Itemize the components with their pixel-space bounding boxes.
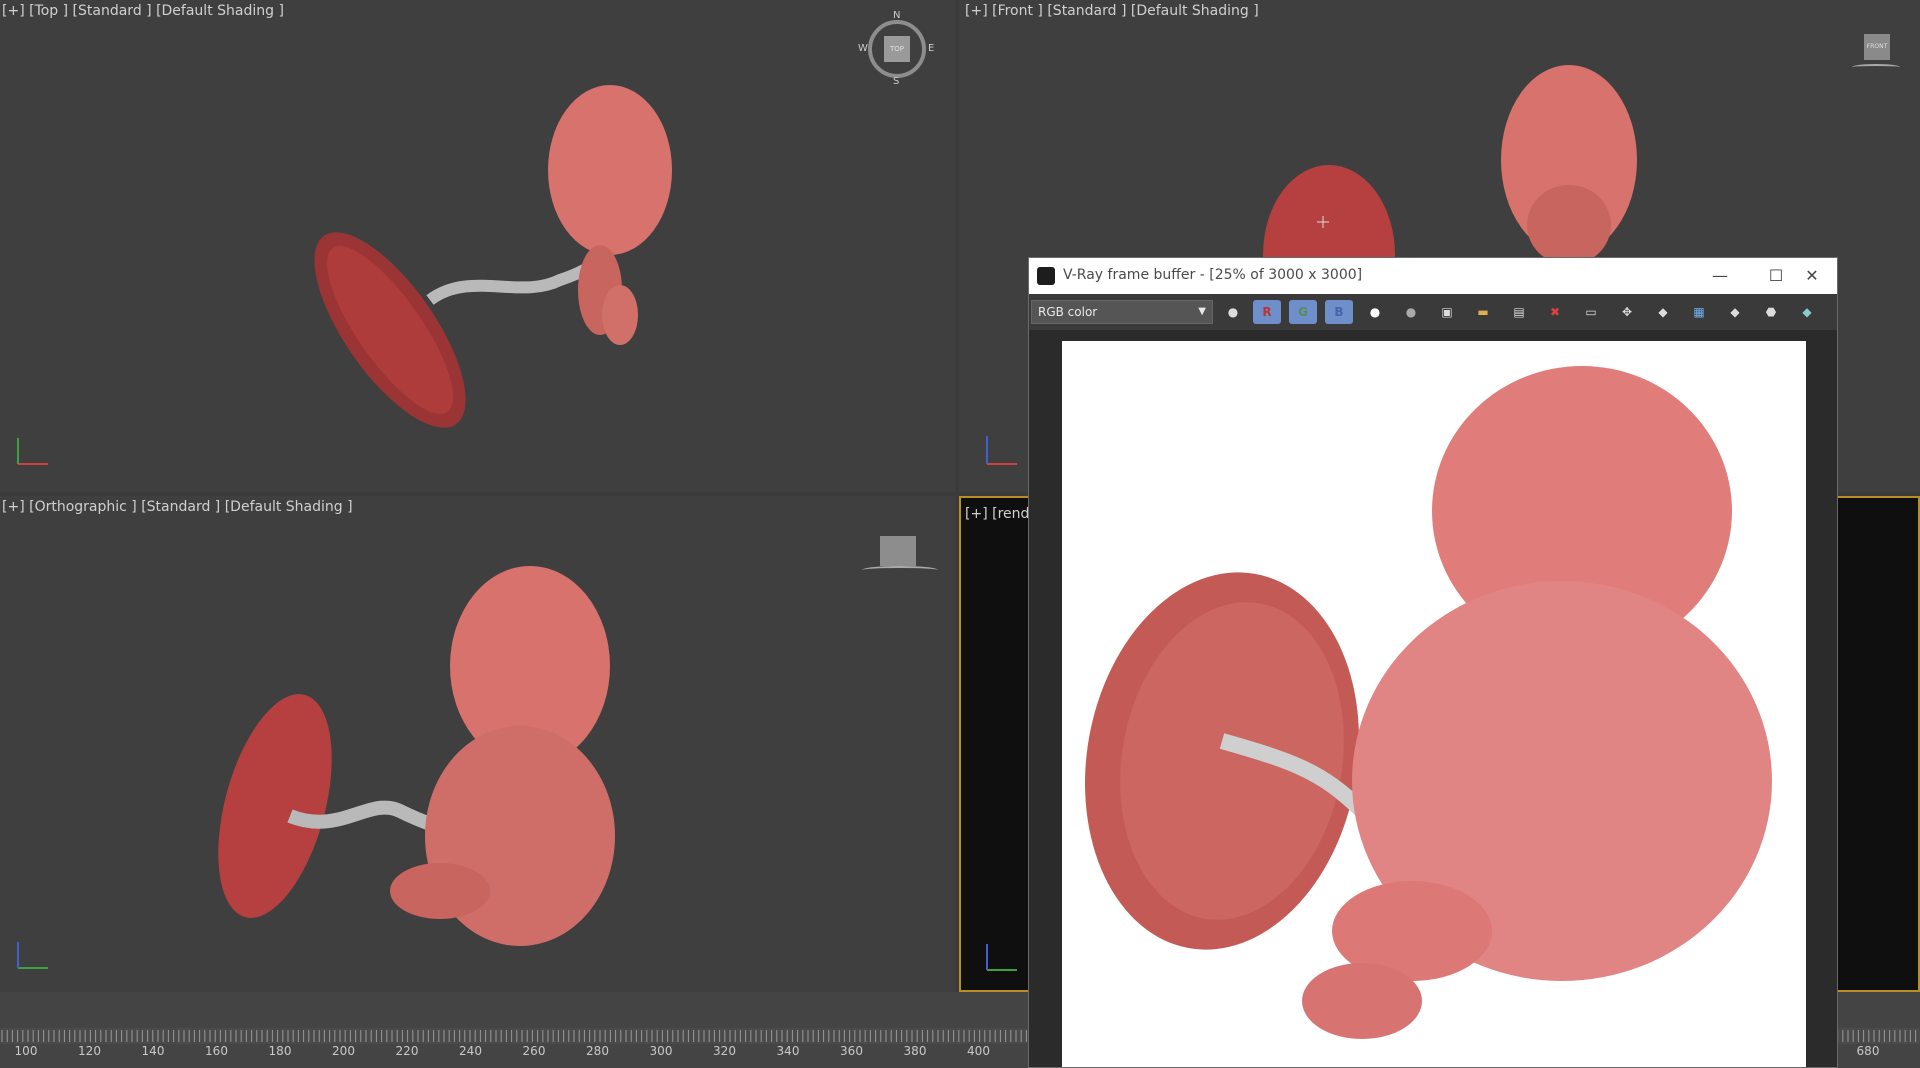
viewport-top[interactable]: [+] [Top ] [Standard ] [Default Shading … bbox=[0, 0, 955, 492]
viewport-orthographic[interactable]: [+] [Orthographic ] [Standard ] [Default… bbox=[0, 496, 955, 992]
render-teapot-icon[interactable]: ◆ bbox=[1649, 300, 1677, 324]
axis-tripod-icon bbox=[17, 438, 48, 465]
timeline-tick: 140 bbox=[141, 1044, 165, 1058]
compass-s: S bbox=[893, 76, 900, 87]
timeline-tick: 320 bbox=[713, 1044, 736, 1058]
timeline-tick: 280 bbox=[586, 1044, 609, 1058]
axis-tripod-icon bbox=[986, 436, 1017, 465]
timeline-tick: 340 bbox=[776, 1044, 800, 1058]
vray-logo-icon bbox=[1037, 267, 1055, 285]
green-channel-button[interactable]: G bbox=[1289, 300, 1317, 324]
timeline-tick: 200 bbox=[332, 1044, 355, 1058]
close-button[interactable]: ✕ bbox=[1789, 262, 1835, 290]
compass-w: W bbox=[858, 43, 868, 54]
compass-n: N bbox=[893, 10, 901, 21]
save-icon[interactable]: ▣ bbox=[1433, 300, 1461, 324]
grey-sphere-icon[interactable]: ● bbox=[1397, 300, 1425, 324]
timeline-tick: 260 bbox=[522, 1044, 546, 1058]
region-icon[interactable]: ✥ bbox=[1613, 300, 1641, 324]
red-channel-button[interactable]: R bbox=[1253, 300, 1281, 324]
timeline-tick: 360 bbox=[840, 1044, 863, 1058]
timeline-tick: 300 bbox=[649, 1044, 673, 1058]
folder-icon[interactable]: ▬ bbox=[1469, 300, 1497, 324]
render-image bbox=[1062, 341, 1806, 1067]
white-sphere-icon[interactable]: ● bbox=[1361, 300, 1389, 324]
compass-e: E bbox=[928, 43, 935, 54]
viewcube-face: TOP bbox=[884, 36, 910, 62]
fetus-model-ortho bbox=[218, 566, 615, 946]
stop-icon[interactable]: ⬣ bbox=[1757, 300, 1785, 324]
blue-channel-button[interactable]: B bbox=[1325, 300, 1353, 324]
viewcube-ortho[interactable] bbox=[862, 536, 938, 576]
timeline-tick: 400 bbox=[967, 1044, 990, 1058]
axis-tripod-icon bbox=[17, 942, 48, 969]
viewcube-compass[interactable]: TOP N S E W bbox=[858, 10, 935, 87]
timeline-tick: 160 bbox=[205, 1044, 228, 1058]
timeline-tick: 120 bbox=[78, 1044, 101, 1058]
clipboard-icon[interactable]: ▤ bbox=[1505, 300, 1533, 324]
channel-select-value: RGB color bbox=[1038, 305, 1098, 319]
timeline-tick: 180 bbox=[268, 1044, 292, 1058]
channel-select[interactable]: RGB color ▼ bbox=[1031, 300, 1213, 324]
vray-frame-buffer-window[interactable]: V-Ray frame buffer - [25% of 3000 x 3000… bbox=[1028, 257, 1838, 1068]
duplicate-icon[interactable]: ▭ bbox=[1577, 300, 1605, 324]
minimize-button[interactable]: — bbox=[1697, 262, 1743, 290]
timeline-tick-end: 680 bbox=[1856, 1044, 1880, 1058]
axis-tripod-icon bbox=[986, 944, 1017, 971]
render-icon[interactable]: ◆ bbox=[1793, 300, 1821, 324]
render-region-icon[interactable]: ◆ bbox=[1721, 300, 1749, 324]
viewcube-front[interactable]: FRONT bbox=[1852, 34, 1900, 74]
vfb-title: V-Ray frame buffer - [25% of 3000 x 3000… bbox=[1063, 267, 1363, 283]
timeline-tick: 220 bbox=[395, 1044, 419, 1058]
chevron-down-icon: ▼ bbox=[1198, 306, 1206, 317]
timeline-tick: 380 bbox=[903, 1044, 927, 1058]
rendered-fetus-image bbox=[1085, 366, 1772, 1039]
clear-icon[interactable]: ✖ bbox=[1541, 300, 1569, 324]
vfb-titlebar[interactable]: V-Ray frame buffer - [25% of 3000 x 3000… bbox=[1029, 258, 1837, 294]
lut-icon[interactable]: ▦ bbox=[1685, 300, 1713, 324]
color-channels-icon[interactable]: ● bbox=[1219, 300, 1247, 324]
timeline-tick: 100 bbox=[14, 1044, 38, 1058]
fetus-model-top bbox=[314, 85, 672, 428]
vfb-toolbar: RGB color ▼ ● R G B ● ● ▣ ▬ ▤ ✖ ▭ ✥ ◆ ▦ … bbox=[1029, 294, 1837, 330]
timeline-tick: 240 bbox=[459, 1044, 482, 1058]
